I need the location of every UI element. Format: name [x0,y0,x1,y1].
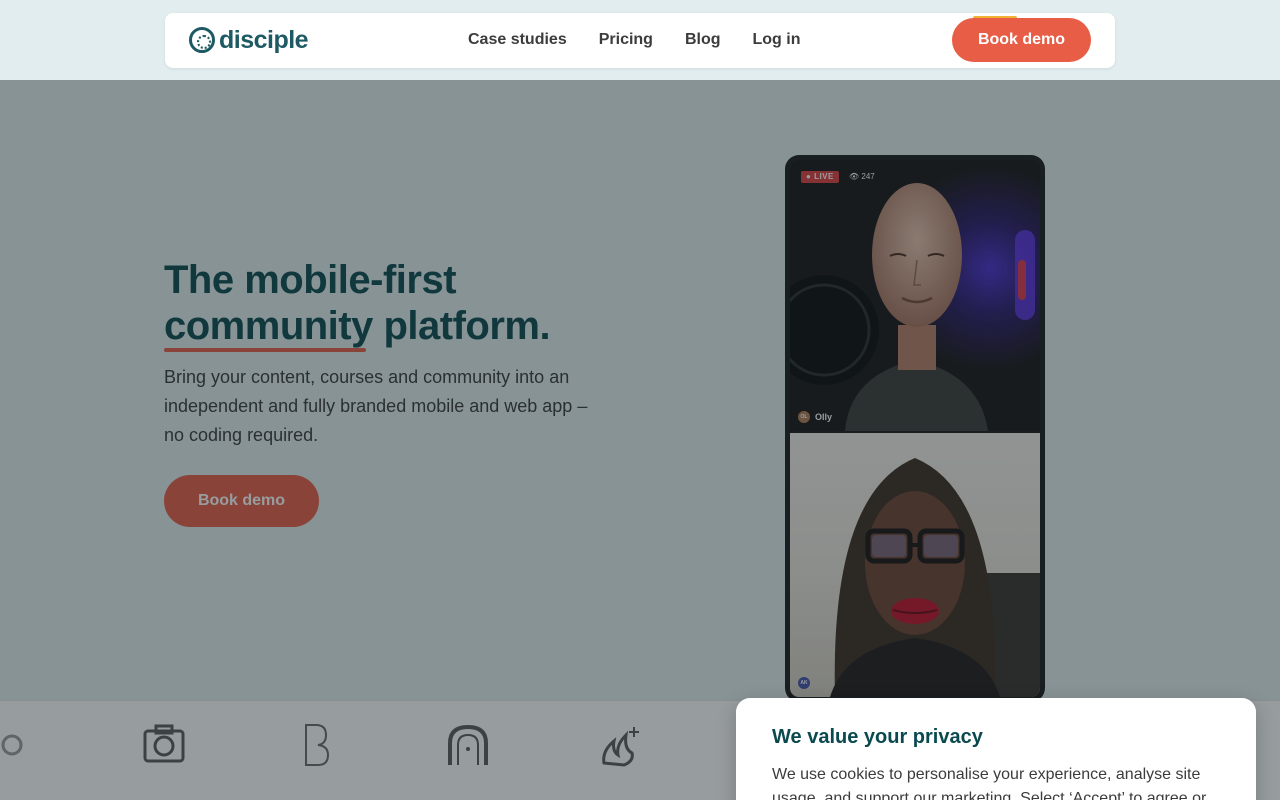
nav-links: Case studies Pricing Blog Log in [468,31,800,49]
speaker-tag-bottom: AK [798,677,810,689]
speaker-tag-top: OL Olly [798,411,832,423]
nav-link-login[interactable]: Log in [753,31,801,49]
headline-underline [164,348,366,352]
hero-headline: The mobile-first community platform. [164,257,644,349]
speaker-two-image [830,458,1040,697]
live-badge: ● LIVE [801,171,839,183]
avatar: AK [798,677,810,689]
video-feed-bottom: AK [790,433,1040,697]
cookie-description: We use cookies to personalise your exper… [772,766,1207,800]
phone-mockup: ● LIVE 👁 247 OL Olly AK [785,155,1045,702]
main-nav: disciple Case studies Pricing Blog Log i… [165,13,1115,68]
partial-logo-icon [1,734,23,756]
brand-name: disciple [219,26,309,54]
top-bar: disciple Case studies Pricing Blog Log i… [0,0,1280,80]
cookie-consent-dialog: We value your privacy We use cookies to … [736,698,1256,800]
nav-link-pricing[interactable]: Pricing [599,31,653,49]
hero-section: The mobile-first community platform. Bri… [0,80,1280,702]
flame-sparkle-logo-icon [602,727,639,767]
cookie-title: We value your privacy [772,726,983,748]
hero-subtext: Bring your content, courses and communit… [164,367,588,445]
nav-book-demo-button[interactable]: Book demo [952,18,1091,62]
avatar: OL [798,411,810,423]
viewer-count-value: 247 [861,172,875,181]
arch-logo-icon [448,724,488,765]
speaker-olly-image [790,183,1035,431]
nav-link-blog[interactable]: Blog [685,31,721,49]
viewer-count: 👁 247 [849,172,875,181]
video-feed-top: ● LIVE 👁 247 OL Olly [790,160,1040,431]
brand-logo[interactable]: disciple [189,26,309,54]
headline-highlight: community [164,304,373,348]
live-label: LIVE [814,172,834,181]
disciple-logo-icon [189,27,215,53]
headline-line1: The mobile-first [164,258,457,302]
b-letter-logo-icon [305,724,330,766]
hero-book-demo-button[interactable]: Book demo [164,475,319,527]
headline-rest: platform. [372,304,551,348]
nav-link-case-studies[interactable]: Case studies [468,31,567,49]
camera-logo-icon [143,724,185,763]
speaker-name: Olly [815,412,833,422]
